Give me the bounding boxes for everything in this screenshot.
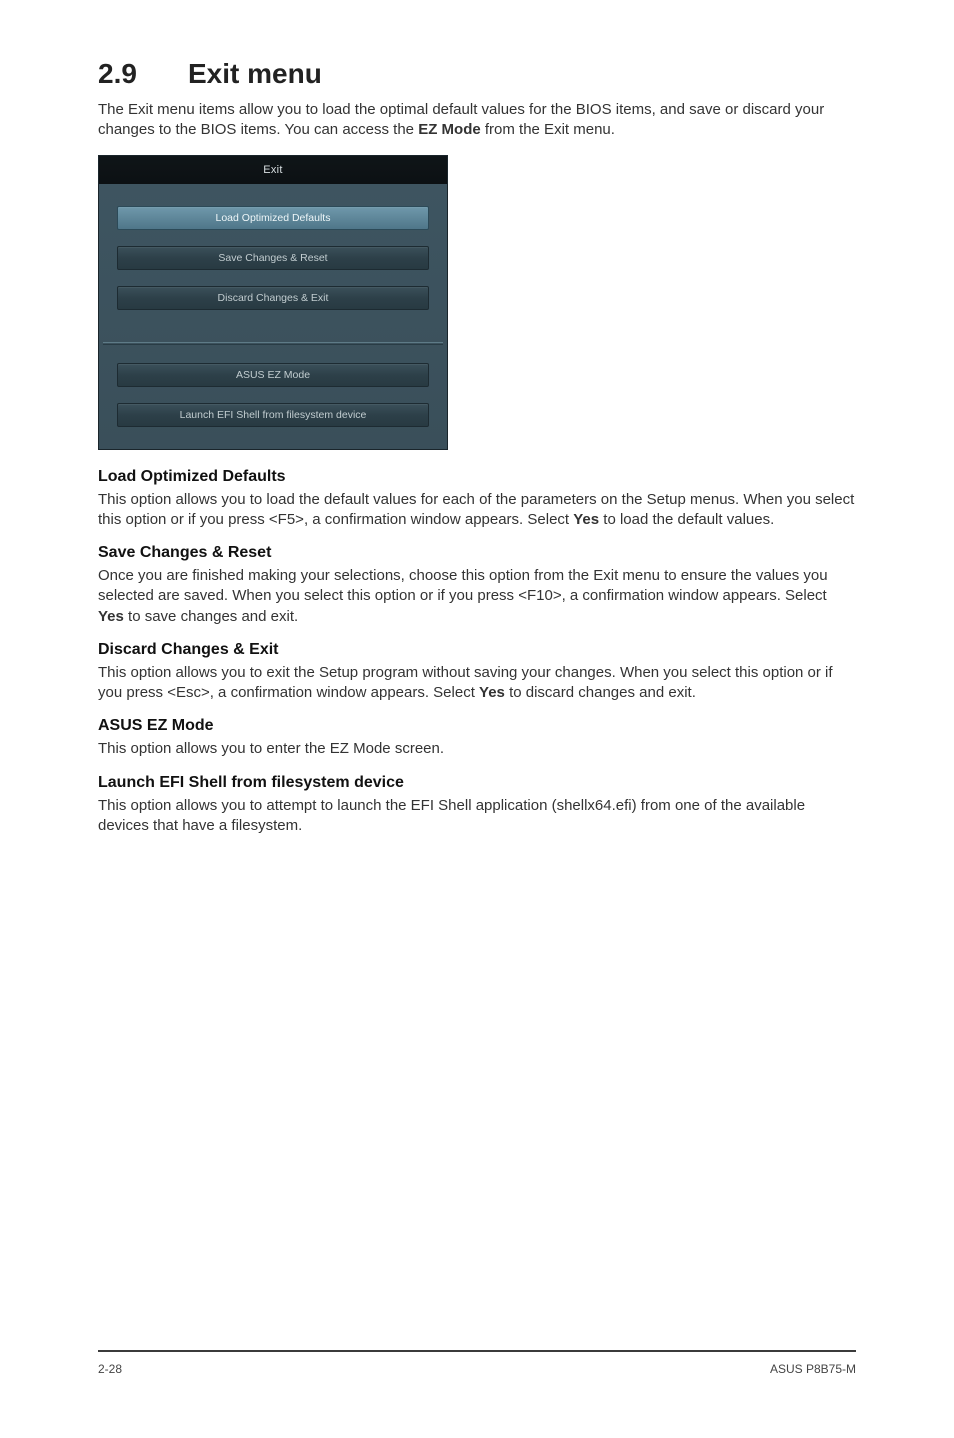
intro-paragraph: The Exit menu items allow you to load th…: [98, 100, 856, 141]
discard-changes-exit-item[interactable]: Discard Changes & Exit: [117, 286, 429, 310]
save-changes-reset-item[interactable]: Save Changes & Reset: [117, 246, 429, 270]
save-reset-heading: Save Changes & Reset: [98, 544, 856, 562]
load-defaults-paragraph: This option allows you to load the defau…: [98, 490, 856, 531]
load-optimized-defaults-item[interactable]: Load Optimized Defaults: [117, 206, 429, 230]
footer-page-number: 2-28: [98, 1362, 122, 1376]
intro-ezmode-bold: EZ Mode: [418, 121, 481, 138]
exit-panel-title: Exit: [99, 156, 447, 184]
exit-separator: [103, 342, 443, 343]
load-defaults-yes: Yes: [573, 511, 599, 528]
exit-menu-panel: Exit Load Optimized Defaults Save Change…: [98, 155, 448, 450]
save-reset-text-1: Once you are finished making your select…: [98, 567, 828, 604]
asus-ez-mode-item[interactable]: ASUS EZ Mode: [117, 363, 429, 387]
ez-mode-paragraph: This option allows you to enter the EZ M…: [98, 739, 856, 759]
page-heading: 2.9Exit menu: [98, 58, 856, 90]
exit-separator-shadow: [103, 344, 443, 345]
footer-product-name: ASUS P8B75-M: [770, 1362, 856, 1376]
discard-exit-yes: Yes: [479, 684, 505, 701]
efi-shell-paragraph: This option allows you to attempt to lau…: [98, 796, 856, 837]
efi-shell-heading: Launch EFI Shell from filesystem device: [98, 774, 856, 792]
section-title: Exit menu: [188, 58, 322, 89]
load-defaults-heading: Load Optimized Defaults: [98, 468, 856, 486]
launch-efi-shell-item[interactable]: Launch EFI Shell from filesystem device: [117, 403, 429, 427]
discard-exit-paragraph: This option allows you to exit the Setup…: [98, 663, 856, 704]
page-footer: 2-28 ASUS P8B75-M: [98, 1350, 856, 1376]
save-reset-yes: Yes: [98, 608, 124, 625]
discard-exit-text-2: to discard changes and exit.: [505, 684, 696, 701]
load-defaults-text-2: to load the default values.: [599, 511, 774, 528]
section-number: 2.9: [98, 58, 188, 90]
discard-exit-heading: Discard Changes & Exit: [98, 641, 856, 659]
save-reset-text-2: to save changes and exit.: [124, 608, 298, 625]
ez-mode-heading: ASUS EZ Mode: [98, 717, 856, 735]
save-reset-paragraph: Once you are finished making your select…: [98, 566, 856, 627]
discard-exit-text-1: This option allows you to exit the Setup…: [98, 664, 833, 701]
intro-text-2: from the Exit menu.: [481, 121, 615, 138]
